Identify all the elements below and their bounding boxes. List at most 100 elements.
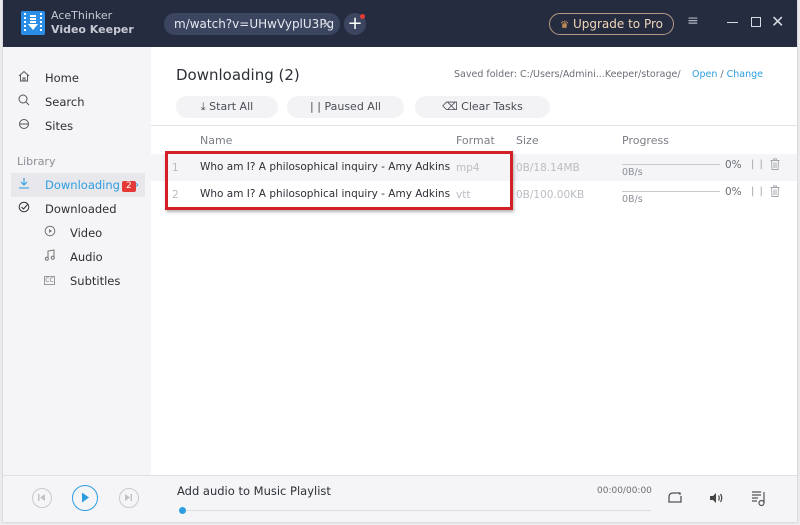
sidebar-item-downloaded[interactable]: Downloaded [3,197,151,221]
repeat-icon [668,492,682,503]
library-heading: Library [17,155,56,168]
check-circle-icon [17,197,31,221]
app-name-line2: Video Keeper [51,23,134,36]
row-size: 0B/18.14MB [516,162,580,174]
home-icon [17,66,31,90]
seek-handle[interactable] [179,507,186,514]
row-percent: 0% [725,159,742,171]
minimize-icon[interactable] [727,22,738,23]
play-button[interactable] [72,485,98,511]
row-format: mp4 [456,162,480,174]
main-panel: Downloading (2) Saved folder: C:/Users/A… [151,47,797,475]
row-name: Who am I? A philosophical inquiry - Amy … [200,188,451,200]
music-icon [43,245,57,269]
sidebar-item-search[interactable]: Search [3,90,151,114]
volume-icon [710,493,723,503]
play-circle-icon [43,221,57,245]
seek-bar[interactable] [181,510,651,511]
title-bar: AceThinker Video Keeper m/watch?v=UHwVyp… [3,0,797,47]
pause-icon[interactable]: | | [751,186,764,197]
table-row[interactable]: 2 Who am I? A philosophical inquiry - Am… [151,181,797,208]
clear-tasks-button[interactable]: ⌫ Clear Tasks [415,96,550,118]
column-header-size: Size [516,134,539,147]
add-url-button[interactable]: + [344,13,366,35]
url-value: m/watch?v=UHwVyplU3Pg [174,17,335,31]
start-all-button[interactable]: ⤓ Start All [176,96,278,118]
row-size: 0B/100.00KB [516,189,585,201]
start-all-label: Start All [209,100,254,113]
table-row[interactable]: 1 Who am I? A philosophical inquiry - Am… [151,154,797,181]
row-format: vtt [456,189,471,201]
sidebar-item-sites[interactable]: Sites [3,114,151,138]
column-header-name: Name [200,134,233,147]
upgrade-label: Upgrade to Pro [572,17,663,31]
volume-button[interactable] [707,488,727,508]
row-speed: 0B/s [622,167,643,178]
download-icon: ⤓ [200,100,206,113]
notification-dot [360,14,365,19]
sidebar-item-label: Search [45,95,85,109]
progress-bar [622,164,720,165]
upgrade-button[interactable]: ♛ Upgrade to Pro [549,13,674,35]
sidebar-item-audio[interactable]: Audio [3,245,151,269]
column-header-format: Format [456,134,495,147]
sidebar-item-label-wrap: Downloading 2 [45,173,136,197]
download-icon [17,173,31,197]
close-icon[interactable]: ✕ [771,12,784,31]
trash-icon[interactable] [770,158,780,170]
sidebar-item-downloading[interactable]: Downloading 2 › [11,173,145,197]
row-speed: 0B/s [622,194,643,205]
paused-all-button[interactable]: | | Paused All [287,96,404,118]
next-track-button[interactable] [119,488,139,508]
repeat-button[interactable] [665,488,685,508]
previous-track-button[interactable] [32,488,52,508]
app-name: AceThinker Video Keeper [51,9,134,37]
sidebar-item-label: Audio [70,250,103,264]
maximize-icon[interactable] [751,17,761,27]
chevron-right-icon: › [134,178,139,191]
page-title: Downloading (2) [176,66,300,84]
player-bar: Add audio to Music Playlist 00:00/00:00 [3,475,797,522]
sidebar: Home Search Sites Library Downloading 2 ›… [3,47,151,475]
progress-bar [622,191,720,192]
sidebar-item-label: Downloaded [45,202,117,216]
player-title: Add audio to Music Playlist [177,484,331,498]
row-index: 2 [172,189,179,201]
change-folder-link[interactable]: Change [727,69,763,80]
skip-previous-icon [38,494,45,501]
open-folder-link[interactable]: Open [692,69,717,80]
globe-icon [17,114,31,138]
broom-icon: ⌫ [442,100,458,113]
sidebar-item-label: Home [45,71,79,85]
divider [151,125,797,126]
app-window: AceThinker Video Keeper m/watch?v=UHwVyp… [3,0,797,522]
clear-tasks-label: Clear Tasks [461,100,523,113]
separator: / [717,69,727,80]
app-name-line1: AceThinker [51,9,113,22]
clear-url-icon[interactable]: × [322,13,332,35]
playback-time: 00:00/00:00 [597,486,652,496]
sidebar-item-home[interactable]: Home [3,66,151,90]
pause-icon: | | [310,100,321,113]
sidebar-item-video[interactable]: Video [3,221,151,245]
row-name: Who am I? A philosophical inquiry - Amy … [200,161,451,173]
folder-actions: Open / Change [692,69,763,80]
playlist-icon [752,491,765,507]
paused-all-label: Paused All [324,100,381,113]
search-icon [17,90,31,114]
app-logo-icon [21,11,45,35]
saved-folder-path: Saved folder: C:/Users/Admini...Keeper/s… [454,69,681,80]
pause-icon[interactable]: | | [751,159,764,170]
crown-icon: ♛ [560,20,569,31]
sidebar-item-subtitles[interactable]: CC Subtitles [3,269,151,293]
sidebar-item-label: Downloading [45,178,120,192]
url-input[interactable]: m/watch?v=UHwVyplU3Pg × [164,13,340,35]
row-percent: 0% [725,186,742,198]
sidebar-item-label: Sites [45,119,74,133]
row-index: 1 [172,162,179,174]
menu-icon[interactable]: ≡ [687,13,699,29]
playlist-button[interactable] [749,488,769,508]
sidebar-item-label: Video [70,226,103,240]
skip-next-icon [125,494,132,501]
trash-icon[interactable] [770,185,780,197]
